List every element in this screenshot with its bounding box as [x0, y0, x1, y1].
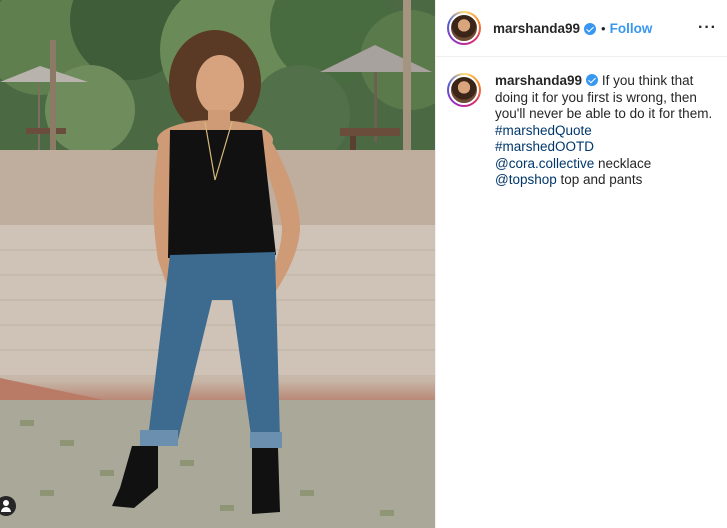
verified-badge-icon	[584, 23, 597, 35]
hashtag-link-marshedquote[interactable]: #marshedQuote	[495, 123, 592, 138]
username-link[interactable]: marshanda99	[493, 21, 580, 36]
caption-comment: marshanda99 If you think that doing it f…	[436, 57, 727, 189]
caption-text: marshanda99 If you think that doing it f…	[495, 73, 717, 189]
hashtag-link-marshedootd[interactable]: #marshedOOTD	[495, 139, 594, 154]
separator-dot: •	[601, 20, 606, 36]
caption-avatar[interactable]	[447, 73, 481, 107]
follow-button[interactable]: Follow	[610, 21, 653, 36]
caption-avatar-image	[449, 75, 479, 105]
caption-verified-badge-icon	[586, 74, 599, 86]
avatar[interactable]	[447, 11, 481, 45]
post-image	[0, 0, 435, 528]
avatar-image	[449, 13, 479, 43]
post-side-panel: marshanda99 • Follow ··· marshanda99 If …	[435, 0, 727, 528]
post-photo[interactable]	[0, 0, 435, 528]
caption-username-link[interactable]: marshanda99	[495, 73, 582, 88]
mention-link-topshop[interactable]: @topshop	[495, 172, 557, 187]
mention-link-cora-collective[interactable]: @cora.collective	[495, 156, 594, 171]
mention-2-suffix: top and pants	[556, 172, 643, 187]
post-header: marshanda99 • Follow ···	[436, 0, 727, 57]
mention-1-suffix: necklace	[594, 155, 652, 171]
more-options-icon[interactable]: ···	[698, 19, 717, 37]
